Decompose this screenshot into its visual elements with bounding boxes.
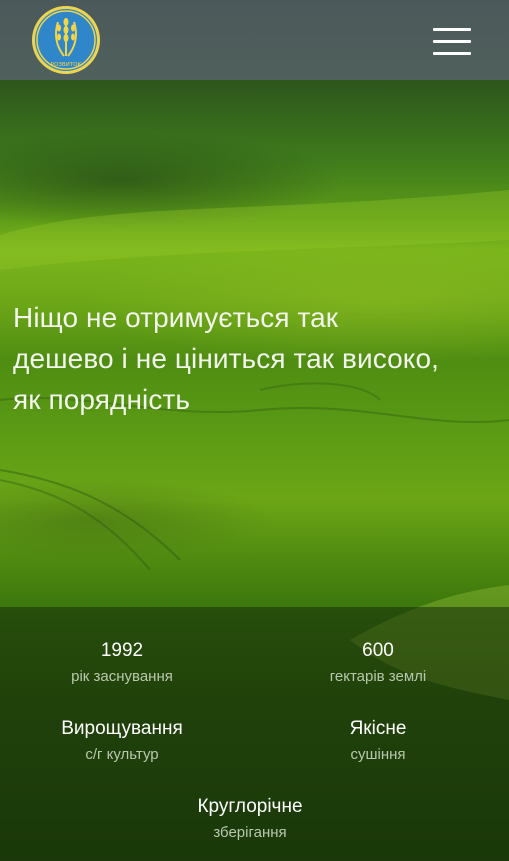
hero-quote: Ніщо не отримується так дешево і не ціни… xyxy=(13,297,503,420)
stat-caption: зберігання xyxy=(213,824,287,841)
company-logo[interactable]: РОЗВИТОК xyxy=(32,6,100,74)
stat-growing: Вирощування с/г культур xyxy=(12,717,232,766)
wheat-emblem-icon: РОЗВИТОК xyxy=(36,10,96,70)
stat-caption: с/г культур xyxy=(85,746,159,763)
stat-drying: Якісне сушіння xyxy=(268,717,488,766)
company-stats-panel: 1992 рік заснування 600 гектарів землі В… xyxy=(0,607,509,861)
quote-line: дешево і не ціниться так високо, xyxy=(13,343,440,374)
stat-storage: Круглорічне зберігання xyxy=(140,795,360,844)
stat-founded: 1992 рік заснування xyxy=(12,639,232,688)
quote-line: як порядність xyxy=(13,384,191,415)
stat-value: Вирощування xyxy=(61,718,183,739)
stat-value: Якісне xyxy=(349,718,407,739)
stat-value: 1992 xyxy=(100,640,144,661)
top-navigation-bar: РОЗВИТОК xyxy=(0,0,509,80)
stat-hectares: 600 гектарів землі xyxy=(268,639,488,688)
stat-caption: гектарів землі xyxy=(329,668,427,685)
stat-value: 600 xyxy=(362,640,394,661)
stat-caption: сушіння xyxy=(350,746,406,763)
quote-line: Ніщо не отримується так xyxy=(13,302,339,333)
hamburger-menu-icon[interactable] xyxy=(433,28,471,56)
stat-value: Круглорічне xyxy=(197,796,303,817)
stat-caption: рік заснування xyxy=(71,668,173,685)
logo-text: РОЗВИТОК xyxy=(51,62,82,68)
